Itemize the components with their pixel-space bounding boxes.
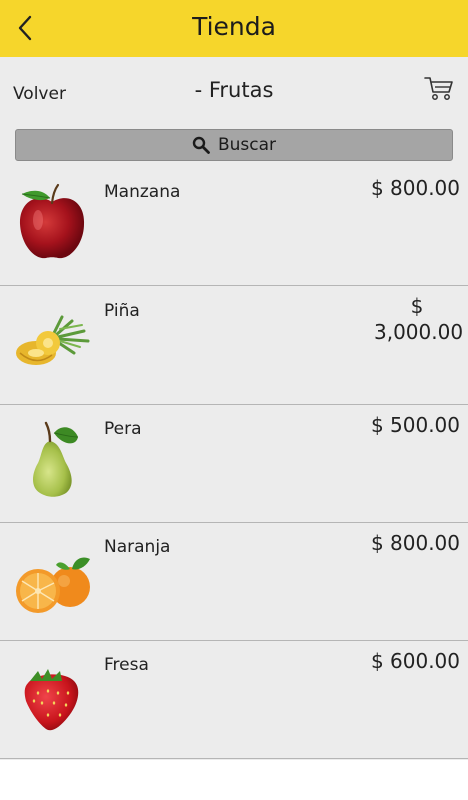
search-label: Buscar: [217, 135, 277, 155]
product-price: $ 800.00: [370, 176, 460, 200]
search-button[interactable]: Buscar: [15, 129, 453, 161]
product-row-pina[interactable]: Piña $ 3,000.00: [0, 287, 468, 405]
product-name: Fresa: [104, 655, 149, 675]
product-price: $ 600.00: [370, 649, 460, 673]
app-header: Tienda: [0, 0, 468, 57]
product-name: Manzana: [104, 182, 181, 202]
product-row-pera[interactable]: Pera $ 500.00: [0, 405, 468, 523]
cart-icon[interactable]: [424, 76, 454, 102]
search-icon: [192, 136, 210, 154]
page-title: Tienda: [192, 12, 276, 41]
product-name: Piña: [104, 301, 140, 321]
category-title: - Frutas: [194, 78, 274, 102]
product-name: Naranja: [104, 537, 171, 557]
pear-image: [33, 421, 79, 497]
strawberry-image: [24, 669, 79, 731]
pineapple-image: [16, 315, 90, 365]
product-name: Pera: [104, 419, 142, 439]
product-row-naranja[interactable]: Naranja $ 800.00: [0, 523, 468, 641]
orange-image: [16, 557, 90, 613]
screen: Tienda Volver - Frutas Buscar Manzana $ …: [0, 0, 468, 760]
product-price: $ 800.00: [370, 531, 460, 555]
product-row-fresa[interactable]: Fresa $ 600.00: [0, 641, 468, 759]
product-price: $ 3,000.00: [374, 294, 464, 344]
product-price: $ 500.00: [370, 413, 460, 437]
product-row-manzana[interactable]: Manzana $ 800.00: [0, 168, 468, 286]
apple-image: [19, 183, 85, 259]
